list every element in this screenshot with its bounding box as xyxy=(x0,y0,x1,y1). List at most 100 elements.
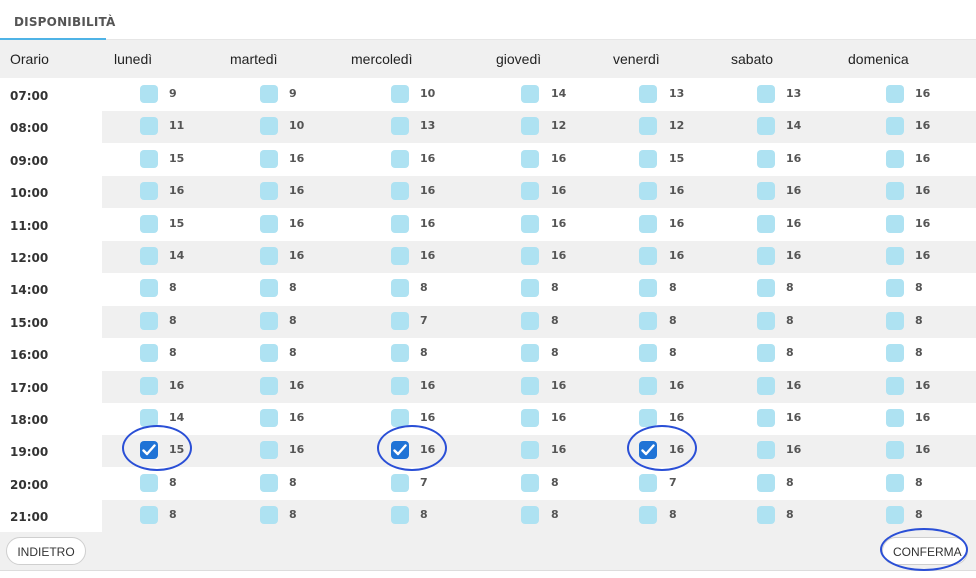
availability-checkbox[interactable] xyxy=(639,409,657,427)
availability-checkbox[interactable] xyxy=(639,506,657,525)
availability-checkbox[interactable] xyxy=(260,311,278,330)
availability-checkbox[interactable] xyxy=(521,279,539,298)
availability-checkbox[interactable] xyxy=(260,409,278,427)
availability-checkbox[interactable] xyxy=(260,85,278,103)
availability-checkbox[interactable] xyxy=(521,247,539,265)
availability-checkbox[interactable] xyxy=(140,214,158,233)
availability-checkbox[interactable] xyxy=(886,473,904,492)
availability-checkbox[interactable] xyxy=(140,473,158,492)
availability-checkbox[interactable] xyxy=(260,279,278,298)
back-button[interactable]: INDIETRO xyxy=(6,537,86,565)
availability-checkbox[interactable] xyxy=(521,344,539,363)
availability-checkbox[interactable] xyxy=(260,149,278,168)
availability-checkbox[interactable] xyxy=(521,117,539,136)
availability-checkbox[interactable] xyxy=(260,441,278,460)
availability-checkbox[interactable] xyxy=(886,376,904,395)
availability-checkbox[interactable] xyxy=(140,149,158,168)
availability-checkbox[interactable] xyxy=(639,473,657,492)
availability-checkbox[interactable] xyxy=(140,85,158,103)
availability-checkbox[interactable] xyxy=(886,247,904,265)
availability-checkbox[interactable] xyxy=(391,85,409,103)
availability-checkbox[interactable] xyxy=(140,182,158,201)
row-time-label: 14:00 xyxy=(10,283,49,298)
availability-checkbox[interactable] xyxy=(521,311,539,330)
availability-checkbox[interactable] xyxy=(260,506,278,525)
availability-checkbox[interactable] xyxy=(391,247,409,265)
availability-checkbox[interactable] xyxy=(391,182,409,201)
availability-checkbox[interactable] xyxy=(521,409,539,427)
availability-checkbox[interactable] xyxy=(140,247,158,265)
availability-checkbox[interactable] xyxy=(391,376,409,395)
availability-checkbox[interactable] xyxy=(260,473,278,492)
availability-checkbox[interactable] xyxy=(757,149,775,168)
availability-checkbox[interactable] xyxy=(391,214,409,233)
availability-checkbox[interactable] xyxy=(639,85,657,103)
table-header: Orario lunedì martedì mercoledì giovedì … xyxy=(0,40,976,78)
availability-checkbox[interactable] xyxy=(757,85,775,103)
availability-checkbox[interactable] xyxy=(639,214,657,233)
availability-checkbox[interactable] xyxy=(260,247,278,265)
availability-checkbox[interactable] xyxy=(886,344,904,363)
availability-checkbox[interactable] xyxy=(521,506,539,525)
availability-checkbox[interactable] xyxy=(757,376,775,395)
availability-checkbox[interactable] xyxy=(886,409,904,427)
availability-checkbox[interactable] xyxy=(757,506,775,525)
availability-checkbox[interactable] xyxy=(260,214,278,233)
availability-checkbox[interactable] xyxy=(757,117,775,136)
availability-checkbox[interactable] xyxy=(521,441,539,460)
availability-checkbox[interactable] xyxy=(886,214,904,233)
availability-checkbox[interactable] xyxy=(757,214,775,233)
availability-checkbox[interactable] xyxy=(886,279,904,298)
availability-checkbox[interactable] xyxy=(757,409,775,427)
availability-checkbox[interactable] xyxy=(260,182,278,201)
availability-checkbox[interactable] xyxy=(886,85,904,103)
availability-checkbox[interactable] xyxy=(521,149,539,168)
availability-checkbox[interactable] xyxy=(391,117,409,136)
availability-checkbox[interactable] xyxy=(391,344,409,363)
availability-checkbox[interactable] xyxy=(757,441,775,460)
availability-checkbox[interactable] xyxy=(757,279,775,298)
availability-checkbox[interactable] xyxy=(886,441,904,460)
availability-checkbox[interactable] xyxy=(639,117,657,136)
availability-checkbox[interactable] xyxy=(886,182,904,201)
availability-checkbox[interactable] xyxy=(140,344,158,363)
availability-checkbox[interactable] xyxy=(140,311,158,330)
availability-checkbox[interactable] xyxy=(391,473,409,492)
availability-checkbox[interactable] xyxy=(140,279,158,298)
tab-disponibilita[interactable]: DISPONIBILITÀ xyxy=(0,0,115,40)
availability-checkbox[interactable] xyxy=(391,311,409,330)
availability-checkbox[interactable] xyxy=(391,149,409,168)
availability-checkbox[interactable] xyxy=(391,279,409,298)
availability-checkbox[interactable] xyxy=(757,247,775,265)
availability-checkbox[interactable] xyxy=(140,506,158,525)
availability-checkbox[interactable] xyxy=(886,506,904,525)
availability-checkbox[interactable] xyxy=(886,149,904,168)
availability-checkbox[interactable] xyxy=(639,311,657,330)
availability-checkbox[interactable] xyxy=(521,473,539,492)
availability-checkbox[interactable] xyxy=(639,182,657,201)
availability-count: 16 xyxy=(786,184,802,198)
availability-checkbox[interactable] xyxy=(260,344,278,363)
availability-checkbox[interactable] xyxy=(521,182,539,201)
availability-checkbox[interactable] xyxy=(391,506,409,525)
availability-checkbox[interactable] xyxy=(757,473,775,492)
availability-checkbox[interactable] xyxy=(521,214,539,233)
availability-checkbox[interactable] xyxy=(757,182,775,201)
day-header-sabato: sabato xyxy=(731,51,774,67)
availability-checkbox[interactable] xyxy=(639,247,657,265)
availability-checkbox[interactable] xyxy=(639,376,657,395)
availability-checkbox[interactable] xyxy=(260,117,278,136)
availability-checkbox[interactable] xyxy=(521,85,539,103)
availability-checkbox[interactable] xyxy=(140,376,158,395)
highlight-ring-mercoledi-1900 xyxy=(377,425,447,471)
availability-checkbox[interactable] xyxy=(260,376,278,395)
availability-checkbox[interactable] xyxy=(757,311,775,330)
availability-checkbox[interactable] xyxy=(521,376,539,395)
availability-checkbox[interactable] xyxy=(886,311,904,330)
availability-checkbox[interactable] xyxy=(140,117,158,136)
availability-checkbox[interactable] xyxy=(639,149,657,168)
availability-checkbox[interactable] xyxy=(639,344,657,363)
availability-checkbox[interactable] xyxy=(886,117,904,136)
availability-checkbox[interactable] xyxy=(757,344,775,363)
availability-checkbox[interactable] xyxy=(639,279,657,298)
